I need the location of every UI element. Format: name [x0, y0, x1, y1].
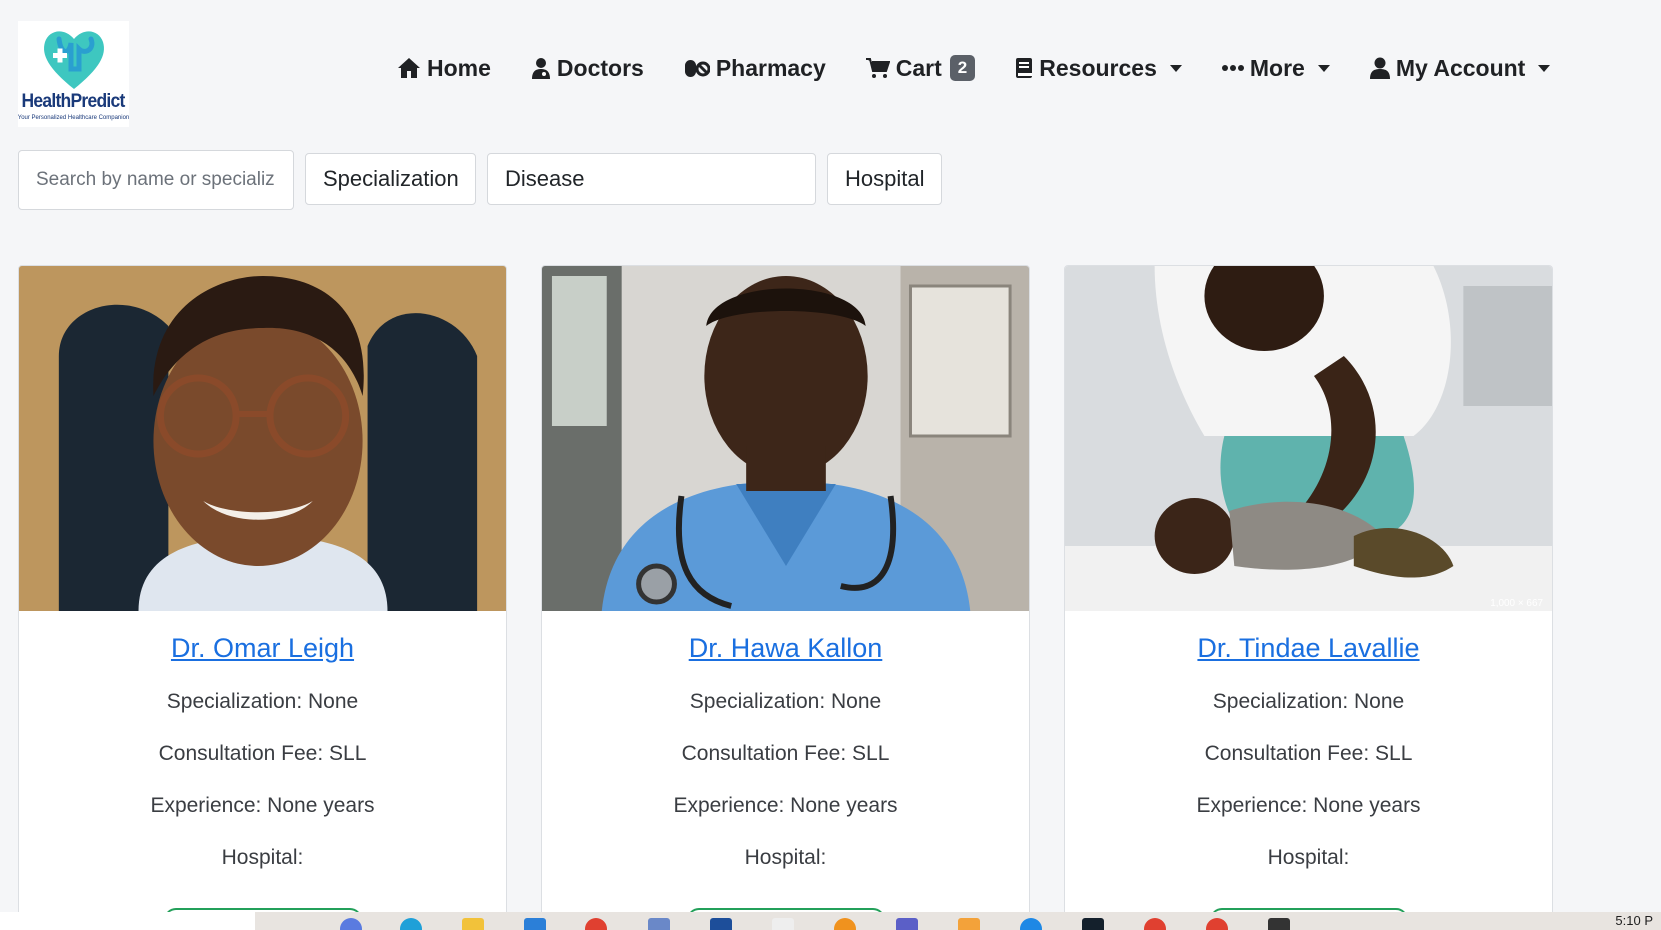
- brand-tagline: Your Personalized Healthcare Companion: [17, 115, 130, 121]
- nav-my-account-label: My Account: [1395, 54, 1526, 81]
- book-icon: [1016, 58, 1033, 78]
- main-nav: Home Doctors Pharmacy Cart 2 Resources M…: [397, 50, 1590, 86]
- doctor-photo[interactable]: 1,000 × 667: [1065, 266, 1552, 611]
- file-icon[interactable]: [772, 918, 794, 930]
- doctor-fee: Consultation Fee: SLL: [1204, 742, 1413, 765]
- chrome-icon[interactable]: [585, 918, 607, 930]
- app-icon[interactable]: [340, 918, 362, 930]
- brand-logo[interactable]: HealthPredict Your Personalized Healthca…: [18, 21, 129, 127]
- doctor-specialization: Specialization: None: [1212, 690, 1405, 713]
- brand-name: HealthPredict: [21, 91, 126, 112]
- home-icon: [398, 58, 420, 78]
- search-input[interactable]: [36, 169, 276, 191]
- search-field[interactable]: [18, 150, 294, 210]
- nav-home[interactable]: Home: [397, 55, 491, 82]
- folder-icon[interactable]: [462, 918, 484, 930]
- terminal-icon[interactable]: [1268, 918, 1290, 930]
- edge-icon[interactable]: [400, 918, 422, 930]
- doctor-experience: Experience: None years: [673, 794, 898, 817]
- chrome-icon[interactable]: [1144, 918, 1166, 930]
- cart-icon: [865, 58, 890, 78]
- doctor-icon: [531, 58, 550, 79]
- nav-my-account[interactable]: My Account: [1369, 54, 1551, 82]
- doctor-card: Dr. Hawa Kallon Specialization: None Con…: [541, 265, 1030, 930]
- specialization-filter-label: Specialization: [323, 166, 459, 191]
- specialization-filter[interactable]: Specialization: [305, 153, 476, 205]
- nav-pharmacy[interactable]: Pharmacy: [684, 55, 826, 82]
- hospital-filter-label: Hospital: [845, 166, 925, 191]
- doctor-hospital: Hospital:: [221, 846, 304, 869]
- app-icon[interactable]: [834, 918, 856, 930]
- doctor-photo[interactable]: [19, 266, 506, 611]
- disease-filter[interactable]: Disease: [487, 153, 816, 205]
- doctor-name-link[interactable]: Dr. Omar Leigh: [19, 633, 506, 664]
- nav-doctors[interactable]: Doctors: [531, 55, 644, 82]
- taskbar-search[interactable]: [0, 912, 255, 930]
- os-taskbar: 5:10 P: [0, 912, 1661, 930]
- user-icon: [1369, 57, 1390, 79]
- chrome-icon[interactable]: [1206, 918, 1228, 930]
- store-icon[interactable]: [524, 918, 546, 930]
- chevron-down-icon: [1169, 64, 1182, 72]
- ellipsis-icon: [1221, 65, 1244, 71]
- nav-home-label: Home: [427, 54, 491, 81]
- nav-resources[interactable]: Resources: [1015, 55, 1182, 82]
- nav-doctors-label: Doctors: [556, 54, 644, 81]
- pills-icon: [684, 60, 710, 77]
- doctor-name-link[interactable]: Dr. Tindae Lavallie: [1065, 633, 1552, 664]
- doctor-card: 1,000 × 667 Dr. Tindae Lavallie Speciali…: [1064, 265, 1553, 930]
- chevron-down-icon: [1538, 64, 1551, 72]
- doctor-experience: Experience: None years: [150, 794, 375, 817]
- doctor-card: Dr. Omar Leigh Specialization: None Cons…: [18, 265, 507, 930]
- hospital-filter[interactable]: Hospital: [827, 153, 942, 205]
- heart-logo-icon: [43, 31, 104, 89]
- disease-filter-label: Disease: [505, 166, 585, 191]
- chevron-down-icon: [1317, 64, 1330, 72]
- nav-more[interactable]: More: [1221, 54, 1330, 82]
- doctor-specialization: Specialization: None: [689, 690, 882, 713]
- doctor-hospital: Hospital:: [744, 846, 827, 869]
- doctor-experience: Experience: None years: [1196, 794, 1421, 817]
- doctor-specialization: Specialization: None: [166, 690, 359, 713]
- teams-icon[interactable]: [896, 918, 918, 930]
- nav-cart[interactable]: Cart 2: [865, 54, 976, 82]
- nav-resources-label: Resources: [1039, 54, 1157, 81]
- cart-count-badge: 2: [949, 55, 976, 81]
- image-size-caption: 1,000 × 667: [1490, 598, 1543, 609]
- doctor-hospital: Hospital:: [1267, 846, 1350, 869]
- doctor-fee: Consultation Fee: SLL: [158, 742, 367, 765]
- nav-cart-label: Cart: [895, 54, 942, 81]
- pycharm-icon[interactable]: [1082, 918, 1104, 930]
- nav-more-label: More: [1249, 54, 1305, 81]
- app-icon[interactable]: [648, 918, 670, 930]
- app-icon[interactable]: [1020, 918, 1042, 930]
- taskbar-clock: 5:10 P: [1615, 913, 1653, 928]
- doctor-name-link[interactable]: Dr. Hawa Kallon: [542, 633, 1029, 664]
- vscode-icon[interactable]: [710, 918, 732, 930]
- doctor-photo[interactable]: [542, 266, 1029, 611]
- doctor-fee: Consultation Fee: SLL: [681, 742, 890, 765]
- app-icon[interactable]: [958, 918, 980, 930]
- nav-pharmacy-label: Pharmacy: [715, 54, 826, 81]
